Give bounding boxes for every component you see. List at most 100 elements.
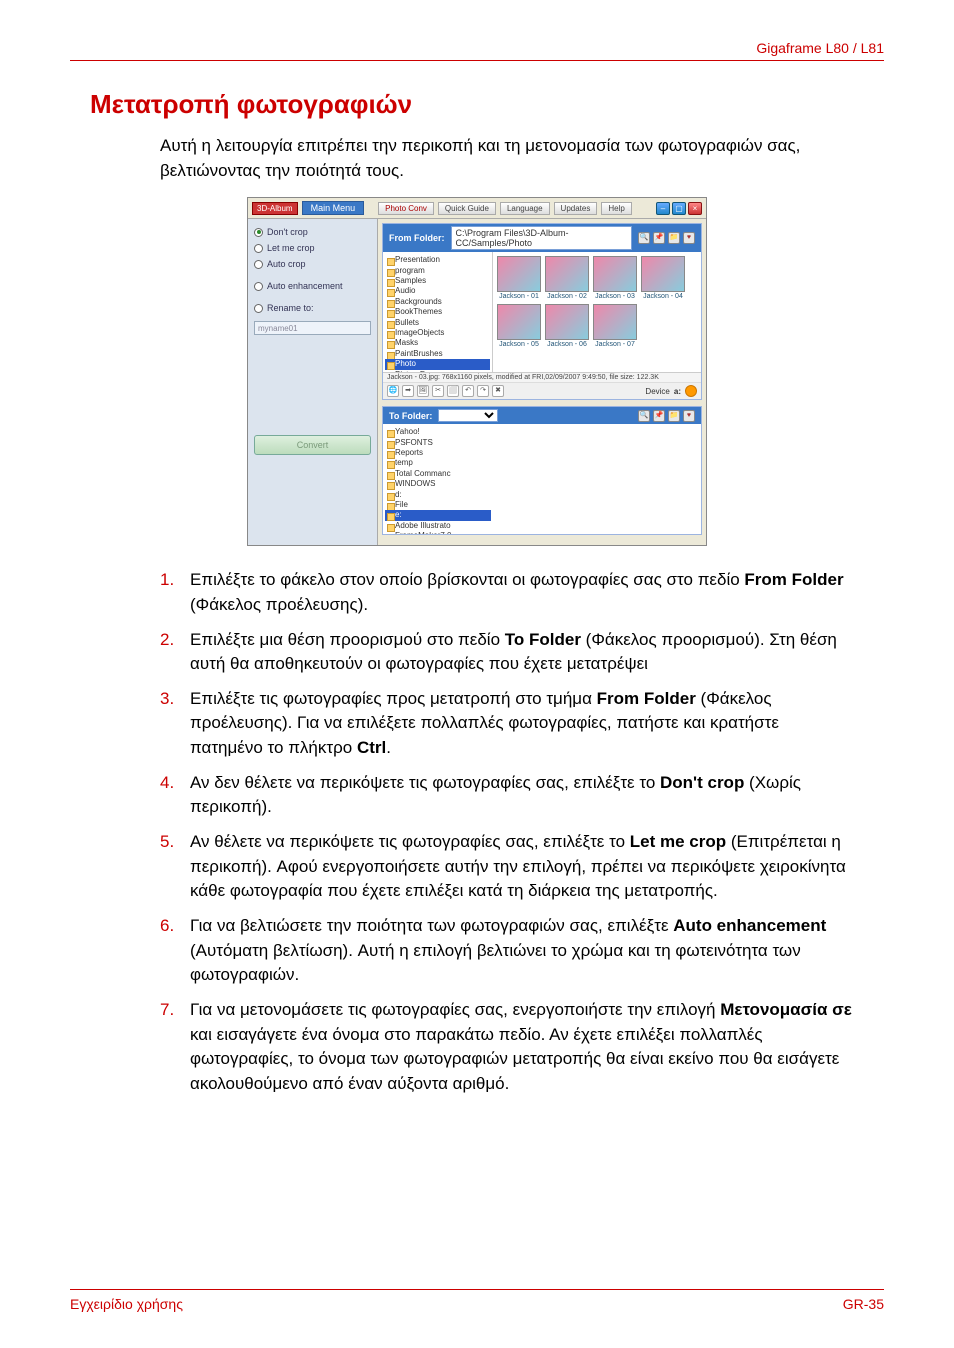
pin-icon[interactable]: 📌 [653, 410, 665, 422]
tool-icon[interactable]: ✂ [432, 385, 444, 397]
search-icon[interactable]: 🔍 [638, 232, 650, 244]
tree-item[interactable]: WINDOWS [385, 479, 491, 489]
tree-item[interactable]: d: [385, 490, 491, 500]
tree-item[interactable]: PictureFrame [385, 370, 490, 373]
thumbnail[interactable]: Jackson - 07 [593, 304, 637, 348]
thumbnail-label: Jackson - 03 [595, 293, 635, 300]
tree-item[interactable]: File [385, 500, 491, 510]
tool-icon[interactable]: 🖼 [417, 385, 429, 397]
tab-quick-guide[interactable]: Quick Guide [438, 202, 496, 215]
tool-icon[interactable]: 🌐 [387, 385, 399, 397]
to-folder-label: To Folder: [389, 411, 432, 421]
tree-item[interactable]: Adobe Illustrato [385, 521, 491, 531]
status-bar: Jackson - 03.jpg: 768x1160 pixels, modif… [383, 372, 701, 382]
tree-item[interactable]: Backgrounds [385, 297, 490, 307]
minimize-icon[interactable]: – [656, 202, 670, 215]
convert-button[interactable]: Convert [254, 435, 371, 455]
from-folder-tree[interactable]: Presentation program Samples Audio Backg… [383, 252, 493, 372]
tree-item[interactable]: Presentation [385, 255, 490, 265]
thumbnail[interactable]: Jackson - 06 [545, 304, 589, 348]
tool-icon[interactable]: ↶ [462, 385, 474, 397]
thumbnail-label: Jackson - 01 [499, 293, 539, 300]
option-let-me-crop[interactable]: Let me crop [254, 243, 371, 253]
option-auto-crop[interactable]: Auto crop [254, 259, 371, 269]
heart-icon[interactable]: ♥ [683, 232, 695, 244]
tree-item[interactable]: Samples [385, 276, 490, 286]
thumbnail[interactable]: Jackson - 04 [641, 256, 685, 300]
tool-icon[interactable]: ➡ [402, 385, 414, 397]
step-6: Για να βελτιώσετε την ποιότητα των φωτογ… [160, 914, 854, 988]
step-1: Επιλέξτε το φάκελο στον οποίο βρίσκονται… [160, 568, 854, 617]
step-3: Επιλέξτε τις φωτογραφίες προς μετατροπή … [160, 687, 854, 761]
option-label: Auto crop [267, 259, 306, 269]
tree-item[interactable]: BookThemes [385, 307, 490, 317]
radio-icon [254, 260, 263, 269]
tree-item-selected[interactable]: Photo [385, 359, 490, 369]
thumbnail[interactable]: Jackson - 01 [497, 256, 541, 300]
option-label: Don't crop [267, 227, 308, 237]
thumbnail-label: Jackson - 04 [643, 293, 683, 300]
thumbnail-grid[interactable]: Jackson - 01 Jackson - 02 Jackson - 03 J… [493, 252, 701, 372]
tree-item[interactable]: Audio [385, 286, 490, 296]
intro-text: Αυτή η λειτουργία επιτρέπει την περικοπή… [160, 134, 864, 183]
tree-item[interactable]: FrameMaker7.0 [385, 531, 491, 534]
main-menu-button[interactable]: Main Menu [302, 201, 365, 215]
radio-icon [254, 244, 263, 253]
from-folder-pane: From Folder: C:\Program Files\3D-Album-C… [382, 223, 702, 400]
radio-icon [254, 282, 263, 291]
step-5: Αν θέλετε να περικόψετε τις φωτογραφίες … [160, 830, 854, 904]
tree-item[interactable]: program [385, 266, 490, 276]
tree-item[interactable]: PSFONTS [385, 438, 491, 448]
thumbnail-label: Jackson - 06 [547, 341, 587, 348]
tab-photo-conv[interactable]: Photo Conv [378, 202, 434, 215]
thumbnail[interactable]: Jackson - 02 [545, 256, 589, 300]
page-footer: Εγχειρίδιο χρήσης GR-35 [70, 1289, 884, 1312]
option-dont-crop[interactable]: Don't crop [254, 227, 371, 237]
tree-item[interactable]: Masks [385, 338, 490, 348]
tree-item-selected[interactable]: e: [385, 510, 491, 520]
to-folder-select[interactable] [438, 409, 498, 422]
search-icon[interactable]: 🔍 [638, 410, 650, 422]
device-value: a: [674, 387, 681, 396]
tool-icon[interactable]: ⬜ [447, 385, 459, 397]
step-2: Επιλέξτε μια θέση προορισμού στο πεδίο T… [160, 628, 854, 677]
tool-icon[interactable]: ↷ [477, 385, 489, 397]
tab-updates[interactable]: Updates [554, 202, 598, 215]
pin-icon[interactable]: 📌 [653, 232, 665, 244]
app-screenshot: 3D-Album Main Menu Photo Conv Quick Guid… [247, 197, 707, 546]
header-product: Gigaframe L80 / L81 [70, 40, 884, 61]
tree-item[interactable]: PaintBrushes [385, 349, 490, 359]
rename-input[interactable] [254, 321, 371, 335]
footer-right: GR-35 [843, 1296, 884, 1312]
tree-item[interactable]: Yahoo! [385, 427, 491, 437]
from-folder-path: C:\Program Files\3D-Album-CC/Samples/Pho… [451, 226, 633, 250]
option-rename-to[interactable]: Rename to: [254, 303, 371, 313]
tree-item[interactable]: Bullets [385, 318, 490, 328]
from-folder-label: From Folder: [389, 233, 445, 243]
tree-item[interactable]: temp [385, 458, 491, 468]
step-4: Αν δεν θέλετε να περικόψετε τις φωτογραφ… [160, 771, 854, 820]
step-7: Για να μετονομάσετε τις φωτογραφίες σας,… [160, 998, 854, 1097]
tree-item[interactable]: Total Commanc [385, 469, 491, 479]
thumbnail[interactable]: Jackson - 05 [497, 304, 541, 348]
option-auto-enhancement[interactable]: Auto enhancement [254, 281, 371, 291]
folder-icon[interactable]: 📁 [668, 232, 680, 244]
folder-icon[interactable]: 📁 [668, 410, 680, 422]
options-panel: Don't crop Let me crop Auto crop Auto en… [248, 219, 378, 545]
tool-icon[interactable]: ✖ [492, 385, 504, 397]
option-label: Let me crop [267, 243, 315, 253]
heart-icon[interactable]: ♥ [683, 410, 695, 422]
to-folder-tree[interactable]: Yahoo! PSFONTS Reports temp Total Comman… [383, 424, 493, 534]
mini-toolbar: 🌐 ➡ 🖼 ✂ ⬜ ↶ ↷ ✖ Device a: [383, 382, 701, 399]
tab-language[interactable]: Language [500, 202, 550, 215]
thumbnail[interactable]: Jackson - 03 [593, 256, 637, 300]
close-icon[interactable]: × [688, 202, 702, 215]
option-label: Auto enhancement [267, 281, 343, 291]
tree-item[interactable]: Reports [385, 448, 491, 458]
radio-icon [254, 304, 263, 313]
maximize-icon[interactable]: ▢ [672, 202, 686, 215]
device-icon[interactable] [685, 385, 697, 397]
tree-item[interactable]: ImageObjects [385, 328, 490, 338]
tab-help[interactable]: Help [601, 202, 631, 215]
radio-icon [254, 228, 263, 237]
